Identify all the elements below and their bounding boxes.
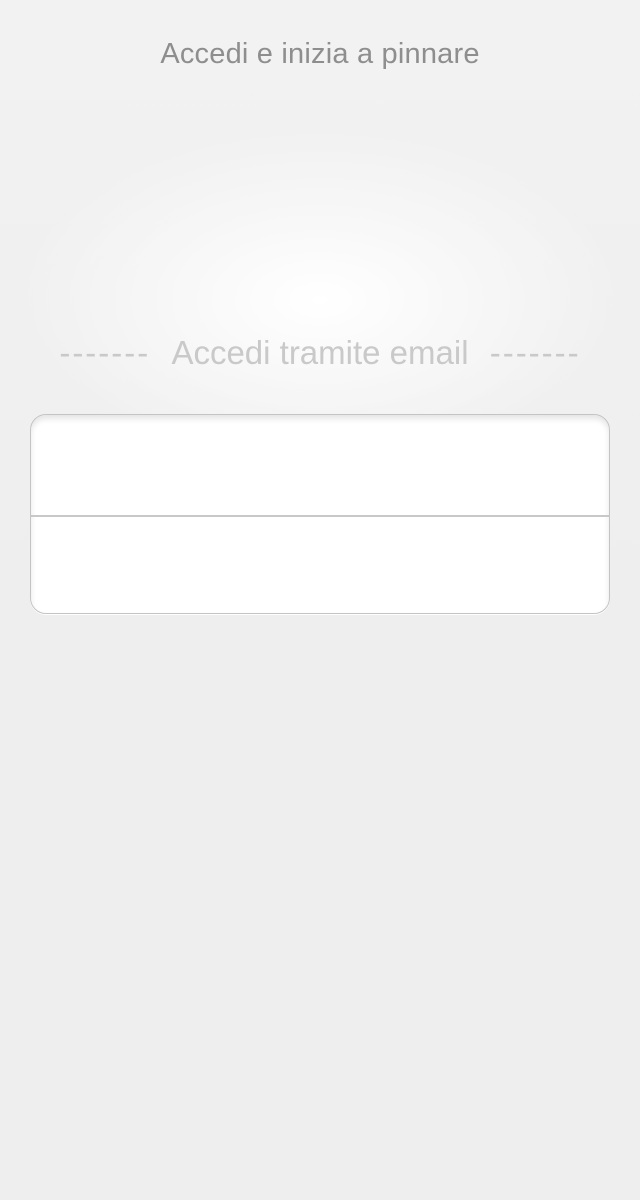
page-title: Accedi e inizia a pinnare — [160, 38, 480, 70]
separator-dashes-left: ------- — [59, 334, 151, 371]
email-field[interactable] — [31, 415, 609, 515]
password-field[interactable] — [31, 517, 609, 613]
separator-label: Accedi tramite email — [171, 334, 469, 371]
login-form — [30, 414, 610, 614]
email-login-separator: ------- Accedi tramite email ------- — [0, 334, 640, 372]
separator-dashes-right: ------- — [489, 334, 581, 371]
